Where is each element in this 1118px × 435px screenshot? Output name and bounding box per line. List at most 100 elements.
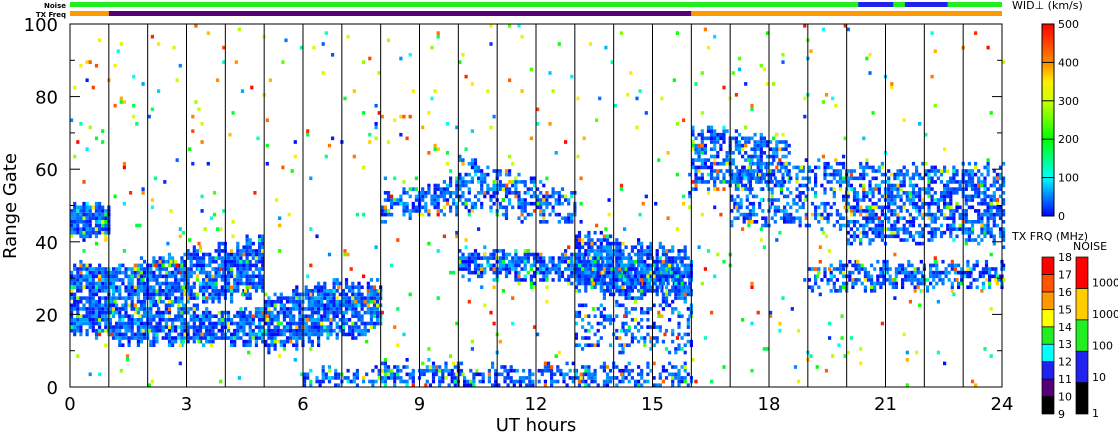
echo-cell: [251, 285, 255, 290]
echo-cell: [115, 278, 119, 282]
echo-cell: [529, 201, 533, 206]
echo-cell: [344, 303, 349, 308]
echo-cell: [630, 296, 634, 300]
echo-cell: [560, 252, 565, 257]
echo-cell: [851, 263, 855, 268]
echo-cell: [346, 376, 350, 380]
echo-cell: [977, 194, 981, 199]
echo-cell: [483, 194, 487, 199]
echo-cell: [386, 376, 391, 380]
echo-cell: [557, 198, 561, 202]
echo-cell: [230, 252, 234, 257]
echo-cell: [230, 274, 234, 279]
echo-cell: [832, 187, 836, 191]
echo-cell: [427, 183, 431, 188]
echo-cell: [599, 238, 603, 242]
echo-cell: [745, 194, 749, 199]
echo-cell: [784, 140, 788, 144]
echo-cell: [202, 310, 206, 315]
echo-cell: [73, 205, 77, 210]
echo-cell: [202, 270, 206, 275]
echo-cell: [158, 267, 162, 271]
echo-cell: [838, 187, 843, 191]
echo-cell: [441, 372, 445, 377]
noise-bar: [70, 2, 1002, 7]
echo-cell: [759, 147, 763, 152]
echo-cell: [700, 143, 704, 148]
echo-cell: [873, 267, 877, 271]
echo-cell: [73, 212, 77, 217]
echo-cell: [94, 281, 99, 286]
echo-cell: [587, 274, 591, 279]
echo-cell: [880, 161, 884, 166]
echo-cell: [242, 332, 246, 337]
echo-cell: [487, 372, 491, 377]
echo-cell: [820, 216, 824, 221]
echo-cell: [161, 281, 165, 286]
echo-cell: [992, 183, 996, 188]
echo-cell: [85, 147, 89, 152]
echo-cell: [739, 198, 743, 202]
echo-cell: [486, 172, 490, 177]
echo-cell: [832, 281, 836, 286]
echo-cell: [332, 303, 336, 308]
echo-cell: [504, 187, 509, 191]
echo-cell: [104, 209, 108, 213]
echo-cell: [646, 310, 650, 315]
echo-cell: [916, 285, 920, 290]
echo-cell: [739, 176, 743, 181]
echo-cell: [376, 307, 380, 311]
echo-cell: [842, 161, 846, 166]
echo-cell: [459, 361, 464, 366]
echo-cell: [258, 336, 262, 340]
echo-cell: [646, 281, 650, 286]
echo-cell: [177, 314, 181, 319]
echo-cell: [195, 249, 199, 253]
echo-cell: [427, 209, 431, 213]
echo-cell: [317, 299, 321, 304]
echo-cell: [461, 201, 465, 206]
echo-cell: [581, 336, 585, 340]
echo-cell: [946, 205, 950, 210]
echo-cell: [879, 274, 883, 279]
echo-cell: [599, 303, 603, 308]
echo-cell: [896, 183, 900, 188]
echo-cell: [214, 292, 218, 297]
echo-cell: [245, 339, 249, 344]
echo-cell: [908, 176, 912, 181]
echo-cell: [859, 223, 863, 228]
echo-cell: [593, 332, 597, 337]
echo-cell: [136, 336, 140, 340]
echo-cell: [694, 143, 698, 148]
echo-cell: [473, 259, 478, 264]
echo-cell: [136, 278, 140, 282]
echo-cell: [609, 256, 613, 260]
echo-cell: [511, 259, 515, 264]
echo-cell: [195, 256, 199, 260]
echo-cell: [967, 220, 971, 224]
echo-cell: [98, 281, 102, 286]
echo-cell: [856, 176, 860, 181]
echo-cell: [991, 274, 995, 279]
echo-cell: [304, 289, 308, 293]
echo-cell: [880, 223, 884, 228]
echo-cell: [643, 292, 647, 297]
echo-cell: [599, 336, 603, 340]
echo-cell: [542, 209, 546, 213]
echo-cell: [242, 252, 246, 257]
echo-cell: [258, 241, 262, 246]
echo-cell: [640, 336, 644, 340]
echo-cell: [91, 285, 95, 290]
echo-cell: [431, 379, 436, 384]
echo-cell: [748, 191, 752, 195]
echo-cell: [545, 267, 549, 271]
echo-cell: [357, 303, 361, 308]
echo-cell: [868, 198, 872, 202]
echo-cell: [104, 303, 108, 308]
echo-cell: [309, 383, 313, 388]
echo-cell: [584, 263, 588, 268]
echo-cell: [792, 165, 796, 170]
echo-cell: [568, 376, 572, 380]
echo-cell: [930, 176, 934, 181]
echo-cell: [640, 368, 644, 373]
